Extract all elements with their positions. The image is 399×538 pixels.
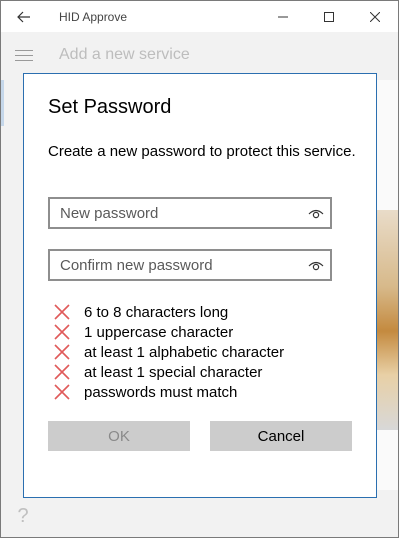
close-icon <box>370 11 380 22</box>
requirement-label: at least 1 special character <box>84 363 263 381</box>
set-password-dialog: Set Password Create a new password to pr… <box>23 73 377 498</box>
requirement-item: at least 1 special character <box>54 362 284 382</box>
back-button[interactable] <box>1 1 47 32</box>
back-arrow-icon <box>17 11 30 22</box>
cancel-button[interactable]: Cancel <box>210 421 352 451</box>
confirm-password-input[interactable] <box>50 251 300 279</box>
requirement-item: passwords must match <box>54 382 284 402</box>
new-password-field[interactable] <box>48 197 332 229</box>
show-password-eye-icon[interactable] <box>308 206 324 220</box>
requirement-label: 1 uppercase character <box>84 323 234 341</box>
ok-button[interactable]: OK <box>48 421 190 451</box>
nav-selection-indicator <box>1 80 4 126</box>
requirement-label: 6 to 8 characters long <box>84 303 229 321</box>
requirement-label: passwords must match <box>84 383 238 401</box>
window-controls <box>260 1 398 32</box>
unmet-x-icon <box>54 364 70 380</box>
minimize-icon <box>278 16 288 17</box>
unmet-x-icon <box>54 344 70 360</box>
hamburger-menu-icon[interactable] <box>15 50 33 64</box>
maximize-icon <box>324 11 334 22</box>
title-bar: HID Approve <box>1 1 398 32</box>
requirement-label: at least 1 alphabetic character <box>84 343 285 361</box>
requirement-item: at least 1 alphabetic character <box>54 342 284 362</box>
show-password-eye-icon[interactable] <box>308 258 324 272</box>
minimize-button[interactable] <box>260 1 306 32</box>
dialog-title: Set Password <box>48 96 172 118</box>
help-icon[interactable]: ? <box>13 506 33 526</box>
password-requirements-list: 6 to 8 characters long 1 uppercase chara… <box>54 302 284 402</box>
window-title: HID Approve <box>59 9 128 24</box>
requirement-item: 1 uppercase character <box>54 322 284 342</box>
unmet-x-icon <box>54 304 70 320</box>
unmet-x-icon <box>54 324 70 340</box>
confirm-password-field[interactable] <box>48 249 332 281</box>
dialog-description: Create a new password to protect this se… <box>48 143 356 160</box>
app-window: HID Approve ? Add a new service Set Pass… <box>0 0 399 538</box>
close-button[interactable] <box>352 1 398 32</box>
unmet-x-icon <box>54 384 70 400</box>
page-header: Add a new service <box>59 46 190 63</box>
maximize-button[interactable] <box>306 1 352 32</box>
requirement-item: 6 to 8 characters long <box>54 302 284 322</box>
content-image <box>376 210 398 430</box>
new-password-input[interactable] <box>50 199 300 227</box>
